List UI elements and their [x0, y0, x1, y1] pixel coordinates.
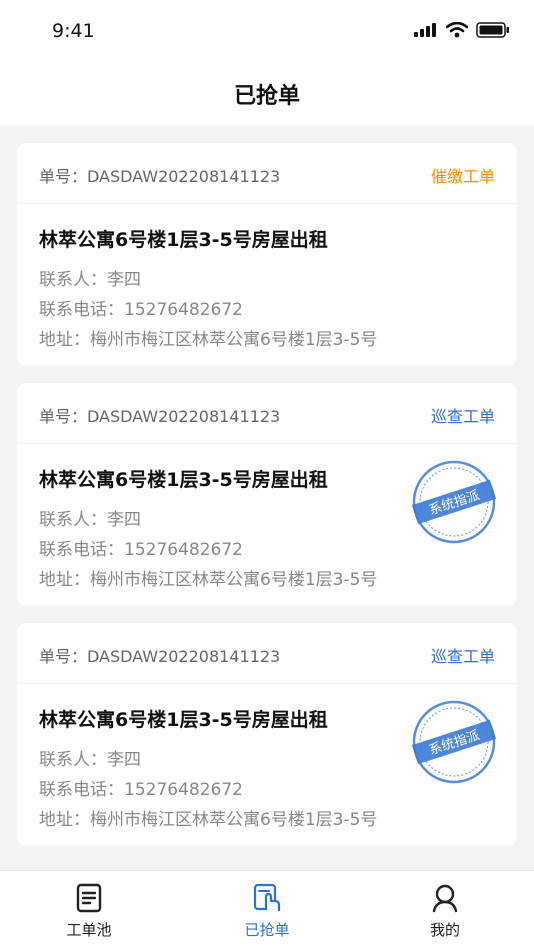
- contact-name: 联系人：李四: [39, 750, 141, 770]
- battery-icon: [476, 22, 509, 38]
- order-card[interactable]: 单号：DASDAW202208141123 巡查工单 林萃公寓6号楼1层3-5号…: [17, 383, 517, 606]
- profile-icon: [432, 884, 458, 913]
- contact-name: 联系人：李四: [39, 270, 141, 290]
- order-type-label[interactable]: 催缴工单: [431, 163, 495, 187]
- wifi-icon: [446, 22, 468, 38]
- tab-grabbed[interactable]: 已抢单: [207, 871, 327, 951]
- order-number: 单号：DASDAW202208141123: [39, 407, 281, 426]
- order-card-header: 单号：DASDAW202208141123 巡查工单: [17, 623, 517, 684]
- order-title: 林萃公寓6号楼1层3-5号房屋出租: [39, 469, 328, 491]
- contact-phone: 联系电话：15276482672: [39, 780, 243, 800]
- contact-name: 联系人：李四: [39, 510, 141, 530]
- order-card-header: 单号：DASDAW202208141123 催缴工单: [17, 143, 517, 204]
- page-title: 已抢单: [233, 84, 300, 109]
- order-address: 地址：梅州市梅江区林萃公寓6号楼1层3-5号: [39, 570, 378, 590]
- system-assigned-stamp-icon: 系统指派: [411, 460, 497, 544]
- tab-label: 工单池: [66, 921, 112, 939]
- order-address: 地址：梅州市梅江区林萃公寓6号楼1层3-5号: [39, 330, 378, 350]
- order-title: 林萃公寓6号楼1层3-5号房屋出租: [39, 229, 328, 251]
- order-number: 单号：DASDAW202208141123: [39, 167, 281, 186]
- order-card-header: 单号：DASDAW202208141123 巡查工单: [17, 383, 517, 444]
- hand-grab-icon: [253, 883, 281, 911]
- status-icons: [414, 22, 510, 38]
- status-bar: 9:41: [0, 0, 534, 64]
- document-icon: [76, 883, 102, 913]
- tab-label: 我的: [429, 921, 460, 939]
- tab-bar: 工单池 已抢单 我的: [0, 870, 534, 951]
- system-assigned-stamp-icon: 系统指派: [411, 700, 497, 784]
- tab-order-pool[interactable]: 工单池: [29, 871, 149, 951]
- order-type-label[interactable]: 巡查工单: [431, 403, 495, 427]
- order-type-label[interactable]: 巡查工单: [431, 643, 495, 667]
- order-address: 地址：梅州市梅江区林萃公寓6号楼1层3-5号: [39, 810, 378, 830]
- nav-bar: 已抢单: [0, 64, 534, 126]
- order-card[interactable]: 单号：DASDAW202208141123 催缴工单 林萃公寓6号楼1层3-5号…: [17, 143, 517, 366]
- tab-label: 已抢单: [244, 921, 290, 939]
- contact-phone: 联系电话：15276482672: [39, 300, 243, 320]
- order-number: 单号：DASDAW202208141123: [39, 647, 281, 666]
- order-card[interactable]: 单号：DASDAW202208141123 巡查工单 林萃公寓6号楼1层3-5号…: [17, 623, 517, 846]
- order-title: 林萃公寓6号楼1层3-5号房屋出租: [39, 709, 328, 731]
- contact-phone: 联系电话：15276482672: [39, 540, 243, 560]
- tab-profile[interactable]: 我的: [385, 871, 505, 951]
- signal-icon: [414, 23, 436, 37]
- status-time: 9:41: [52, 20, 95, 42]
